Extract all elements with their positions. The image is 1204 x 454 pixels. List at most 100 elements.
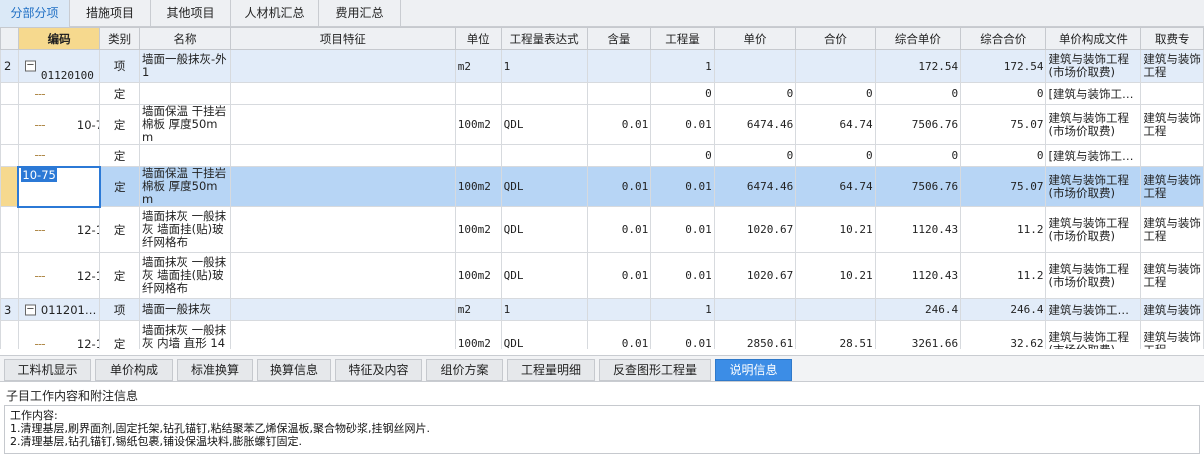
price-cell[interactable] bbox=[713, 298, 797, 321]
feature-cell[interactable] bbox=[229, 252, 456, 299]
content-cell[interactable] bbox=[586, 82, 652, 105]
price-cell[interactable]: 6474.46 bbox=[713, 166, 797, 207]
table-row[interactable]: 定 0 0 0 0 0 [建筑与装饰工… bbox=[0, 82, 1204, 105]
ctotal-cell[interactable]: 75.07 bbox=[960, 104, 1047, 145]
cprice-cell[interactable]: 3261.66 bbox=[874, 320, 962, 349]
code-cell[interactable] bbox=[17, 82, 101, 105]
code-cell-editing[interactable]: 10-75 bbox=[17, 165, 101, 208]
header-code[interactable]: 编码 bbox=[17, 27, 101, 50]
total-cell[interactable]: 10.21 bbox=[795, 252, 876, 299]
file-cell[interactable]: 建筑与装饰工程(市场价取费) bbox=[1045, 252, 1142, 299]
total-cell[interactable] bbox=[795, 49, 876, 83]
price-cell[interactable]: 2850.61 bbox=[713, 320, 797, 349]
feature-cell[interactable] bbox=[229, 166, 456, 207]
qty-cell[interactable]: 0.01 bbox=[650, 206, 715, 253]
header-qty[interactable]: 工程量 bbox=[650, 27, 715, 50]
name-cell[interactable]: 墙面保温 干挂岩棉板 厚度50mm bbox=[138, 166, 231, 207]
header-file[interactable]: 单价构成文件 bbox=[1045, 27, 1142, 50]
unit-cell[interactable]: 100m2 bbox=[454, 252, 502, 299]
tab-tezheng-neirong[interactable]: 特征及内容 bbox=[335, 359, 422, 381]
table-row[interactable]: 10-75 定 墙面保温 干挂岩棉板 厚度50mm 100m2 QDL 0.01… bbox=[0, 104, 1204, 145]
file-cell[interactable]: 建筑与装饰工程(市场价取费) bbox=[1045, 49, 1142, 83]
feature-cell[interactable] bbox=[229, 320, 456, 349]
feature-cell[interactable] bbox=[229, 82, 456, 105]
total-cell[interactable]: 64.74 bbox=[795, 104, 876, 145]
collapse-icon[interactable]: − bbox=[24, 60, 36, 72]
qty-cell[interactable]: 1 bbox=[650, 49, 715, 83]
file-cell[interactable]: [建筑与装饰工… bbox=[1045, 82, 1142, 105]
unit-cell[interactable]: m2 bbox=[454, 298, 502, 321]
expr-cell[interactable] bbox=[500, 82, 588, 105]
header-price[interactable]: 单价 bbox=[713, 27, 797, 50]
fee-cell[interactable]: 建筑与装饰 bbox=[1140, 298, 1204, 321]
type-cell[interactable]: 定 bbox=[99, 166, 140, 207]
expr-cell[interactable]: QDL bbox=[500, 166, 588, 207]
cprice-cell[interactable]: 0 bbox=[874, 144, 962, 167]
code-cell[interactable]: 12-1 bbox=[17, 320, 101, 349]
code-cell[interactable] bbox=[17, 144, 101, 167]
table-row[interactable]: 12-12 定 墙面抹灰 一般抹灰 墙面挂(贴)玻纤网格布 100m2 QDL … bbox=[0, 206, 1204, 253]
tab-feiyong[interactable]: 费用汇总 bbox=[319, 0, 401, 27]
total-cell[interactable]: 64.74 bbox=[795, 166, 876, 207]
expr-cell[interactable]: QDL bbox=[500, 252, 588, 299]
cprice-cell[interactable]: 0 bbox=[874, 82, 962, 105]
cprice-cell[interactable]: 1120.43 bbox=[874, 206, 962, 253]
fee-cell[interactable] bbox=[1140, 144, 1204, 167]
qty-cell[interactable]: 0.01 bbox=[650, 104, 715, 145]
tab-rencaiji[interactable]: 人材机汇总 bbox=[231, 0, 319, 27]
type-cell[interactable]: 定 bbox=[99, 252, 140, 299]
qty-cell[interactable]: 0.01 bbox=[650, 320, 715, 349]
fee-cell[interactable]: 建筑与装饰工程 bbox=[1140, 206, 1204, 253]
name-cell[interactable]: 墙面抹灰 一般抹灰 墙面挂(贴)玻纤网格布 bbox=[138, 252, 231, 299]
content-cell[interactable] bbox=[586, 144, 652, 167]
tab-shuoming-xinxi[interactable]: 说明信息 bbox=[715, 359, 792, 381]
ctotal-cell[interactable]: 75.07 bbox=[960, 166, 1047, 207]
unit-cell[interactable]: 100m2 bbox=[454, 166, 502, 207]
price-cell[interactable]: 6474.46 bbox=[713, 104, 797, 145]
name-cell[interactable]: 墙面一般抹灰-外1 bbox=[138, 49, 231, 83]
content-cell[interactable]: 0.01 bbox=[586, 206, 652, 253]
type-cell[interactable]: 项 bbox=[99, 49, 140, 83]
fee-cell[interactable]: 建筑与装饰工程 bbox=[1140, 252, 1204, 299]
header-ctotal[interactable]: 综合合价 bbox=[960, 27, 1047, 50]
ctotal-cell[interactable]: 0 bbox=[960, 144, 1047, 167]
type-cell[interactable]: 定 bbox=[99, 206, 140, 253]
qty-cell[interactable]: 0.01 bbox=[650, 166, 715, 207]
total-cell[interactable]: 10.21 bbox=[795, 206, 876, 253]
cprice-cell[interactable]: 1120.43 bbox=[874, 252, 962, 299]
unit-cell[interactable] bbox=[454, 82, 502, 105]
ctotal-cell[interactable]: 11.2 bbox=[960, 206, 1047, 253]
cprice-cell[interactable]: 172.54 bbox=[874, 49, 962, 83]
type-cell[interactable]: 定 bbox=[99, 144, 140, 167]
ctotal-cell[interactable]: 172.54 bbox=[960, 49, 1047, 83]
name-cell[interactable]: 墙面抹灰 一般抹灰 内墙 直形 14+6mm bbox=[138, 320, 231, 349]
unit-cell[interactable]: 100m2 bbox=[454, 104, 502, 145]
file-cell[interactable]: 建筑与装饰工程(市场价取费) bbox=[1045, 206, 1142, 253]
table-row[interactable]: 定 0 0 0 0 0 [建筑与装饰工… bbox=[0, 144, 1204, 167]
feature-cell[interactable] bbox=[229, 298, 456, 321]
header-fee[interactable]: 取费专 bbox=[1140, 27, 1204, 50]
table-row[interactable]: 12-1 定 墙面抹灰 一般抹灰 内墙 直形 14+6mm 100m2 QDL … bbox=[0, 320, 1204, 349]
tab-qita[interactable]: 其他项目 bbox=[151, 0, 231, 27]
code-cell[interactable]: 12-12 bbox=[17, 252, 101, 299]
feature-cell[interactable] bbox=[229, 144, 456, 167]
code-cell[interactable]: 10-75 bbox=[17, 104, 101, 145]
total-cell[interactable]: 0 bbox=[795, 144, 876, 167]
tab-cuoshi[interactable]: 措施项目 bbox=[70, 0, 151, 27]
feature-cell[interactable] bbox=[229, 104, 456, 145]
content-cell[interactable]: 0.01 bbox=[586, 320, 652, 349]
unit-cell[interactable]: m2 bbox=[454, 49, 502, 83]
tab-huansuan-xinxi[interactable]: 换算信息 bbox=[257, 359, 331, 381]
tab-fancha-tuxing[interactable]: 反查图形工程量 bbox=[599, 359, 711, 381]
expr-cell[interactable]: QDL bbox=[500, 320, 588, 349]
expr-cell[interactable]: 1 bbox=[500, 49, 588, 83]
expr-cell[interactable]: QDL bbox=[500, 206, 588, 253]
price-cell[interactable]: 1020.67 bbox=[713, 206, 797, 253]
type-cell[interactable]: 定 bbox=[99, 82, 140, 105]
qty-cell[interactable]: 1 bbox=[650, 298, 715, 321]
type-cell[interactable]: 项 bbox=[99, 298, 140, 321]
table-row-selected[interactable]: 10-75 定 墙面保温 干挂岩棉板 厚度50mm 100m2 QDL 0.01… bbox=[0, 165, 1204, 208]
header-feature[interactable]: 项目特征 bbox=[229, 27, 456, 50]
header-unit[interactable]: 单位 bbox=[454, 27, 502, 50]
qty-cell[interactable]: 0.01 bbox=[650, 252, 715, 299]
